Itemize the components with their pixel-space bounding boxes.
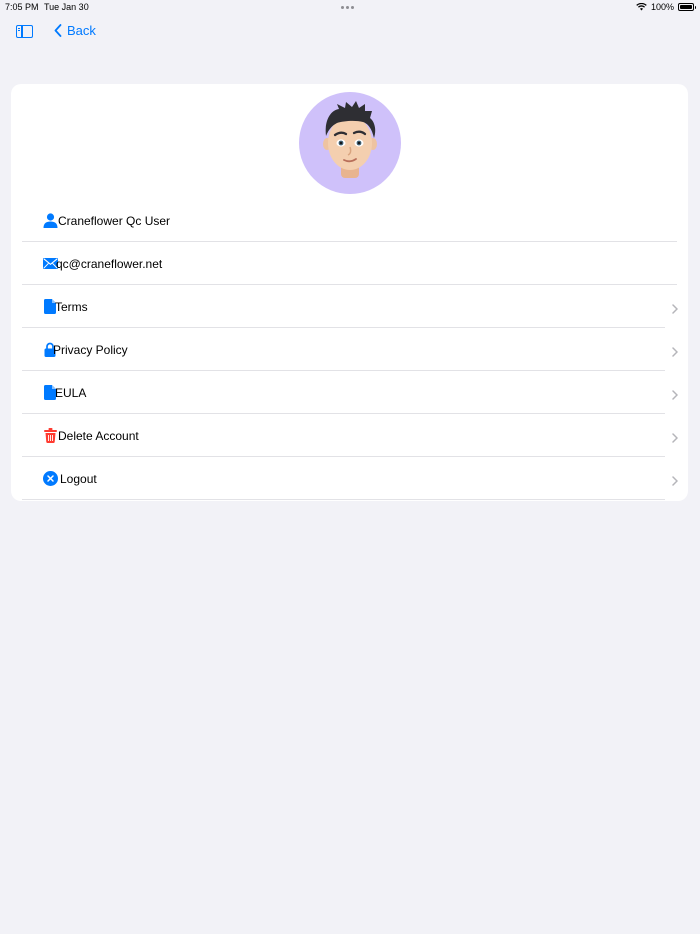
back-button[interactable]: Back [54,23,96,38]
status-bar: 7:05 PM Tue Jan 30 100% [0,0,700,14]
delete-account-row[interactable]: Delete Account [22,414,678,457]
logout-row[interactable]: Logout [22,457,678,500]
logout-label: Logout [60,471,97,486]
chevron-right-icon [672,303,678,314]
privacy-policy-label: Privacy Policy [53,342,128,357]
memoji-avatar-icon [323,101,377,178]
status-date: Tue Jan 30 [44,2,89,12]
chevron-left-icon [54,24,62,37]
avatar [299,92,401,194]
chevron-right-icon [672,346,678,357]
back-label: Back [67,23,96,38]
battery-icon [678,3,696,11]
xmark-circle-icon [42,471,58,487]
profile-card: Craneflower Qc User qc@craneflower.net T… [11,84,688,501]
sidebar-toggle-icon[interactable] [16,25,33,38]
status-time: 7:05 PM [5,2,39,12]
eula-row[interactable]: EULA [22,371,678,414]
profile-name-row: Craneflower Qc User [22,199,677,242]
row-divider [22,499,665,500]
privacy-policy-row[interactable]: Privacy Policy [22,328,678,371]
chevron-right-icon [672,432,678,443]
delete-account-label: Delete Account [58,428,139,443]
nav-bar: Back [0,20,700,44]
profile-email-row: qc@craneflower.net [22,242,677,285]
status-right: 100% [636,2,696,12]
chevron-right-icon [672,389,678,400]
multitasking-dots-icon[interactable] [341,6,354,9]
profile-email: qc@craneflower.net [56,256,163,271]
terms-label: Terms [55,299,88,314]
eula-label: EULA [55,385,87,400]
terms-row[interactable]: Terms [22,285,678,328]
wifi-icon [636,3,647,11]
person-icon [42,213,58,229]
chevron-right-icon [672,475,678,486]
profile-name: Craneflower Qc User [58,213,171,228]
trash-icon [42,428,58,444]
battery-percent: 100% [650,2,674,12]
